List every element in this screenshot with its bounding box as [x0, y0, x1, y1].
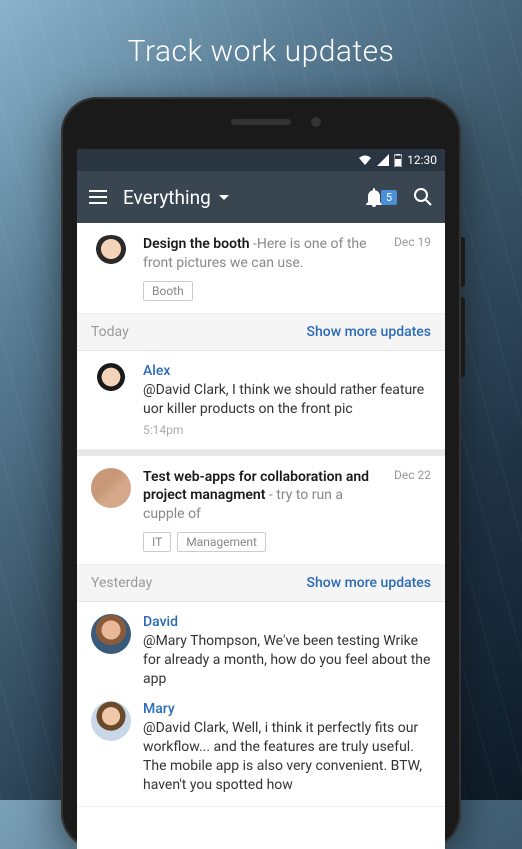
comment-item[interactable]: Mary @David Clark, Well, i think it perf… — [77, 695, 445, 808]
search-icon[interactable] — [413, 187, 433, 207]
phone-frame: 12:30 Everything 5 Design the booth -H — [61, 97, 461, 849]
app-bar-title-text: Everything — [123, 186, 211, 209]
signal-icon — [377, 154, 389, 166]
feed-task-item[interactable]: Test web-apps for collaboration and proj… — [77, 456, 445, 566]
comment-text: @David Clark, Well, i think it perfectly… — [143, 719, 431, 795]
status-bar: 12:30 — [77, 149, 445, 171]
task-date: Dec 19 — [394, 235, 431, 249]
comment-item[interactable]: Alex @David Clark, I think we should rat… — [77, 351, 445, 450]
show-more-link[interactable]: Show more updates — [307, 575, 431, 591]
feed-content: Design the booth -Here is one of the fro… — [77, 223, 445, 807]
section-header: Yesterday Show more updates — [77, 565, 445, 602]
avatar — [91, 235, 131, 275]
comment-text: @David Clark, I think we should rather f… — [143, 381, 431, 419]
comment-time: 5:14pm — [143, 423, 431, 437]
battery-icon — [394, 154, 402, 167]
feed-task-item[interactable]: Design the booth -Here is one of the fro… — [77, 223, 445, 314]
section-label: Today — [91, 324, 129, 340]
avatar — [91, 614, 131, 654]
notifications-button[interactable]: 5 — [365, 187, 397, 207]
status-time: 12:30 — [407, 153, 437, 167]
task-date: Dec 22 — [394, 468, 431, 482]
comment-author: David — [143, 614, 431, 630]
tag[interactable]: IT — [143, 532, 171, 552]
section-label: Yesterday — [91, 575, 152, 591]
task-title: Test web-apps for collaboration and proj… — [143, 468, 386, 525]
avatar — [91, 468, 131, 508]
app-bar-title[interactable]: Everything — [123, 186, 349, 209]
comment-author: Mary — [143, 701, 431, 717]
comment-text: @Mary Thompson, We've been testing Wrike… — [143, 632, 431, 689]
avatar — [91, 363, 131, 403]
screen: 12:30 Everything 5 Design the booth -H — [77, 149, 445, 849]
chevron-down-icon — [219, 195, 229, 200]
notification-badge: 5 — [381, 190, 397, 205]
section-header: Today Show more updates — [77, 314, 445, 351]
show-more-link[interactable]: Show more updates — [307, 324, 431, 340]
page-title: Track work updates — [0, 0, 522, 69]
menu-icon[interactable] — [89, 190, 107, 204]
tag[interactable]: Booth — [143, 281, 193, 301]
app-bar: Everything 5 — [77, 171, 445, 223]
tag[interactable]: Management — [177, 532, 266, 552]
comment-author: Alex — [143, 363, 431, 379]
task-title: Design the booth -Here is one of the fro… — [143, 235, 386, 273]
avatar — [91, 701, 131, 741]
comment-item[interactable]: David @Mary Thompson, We've been testing… — [77, 602, 445, 695]
wifi-icon — [358, 154, 372, 166]
